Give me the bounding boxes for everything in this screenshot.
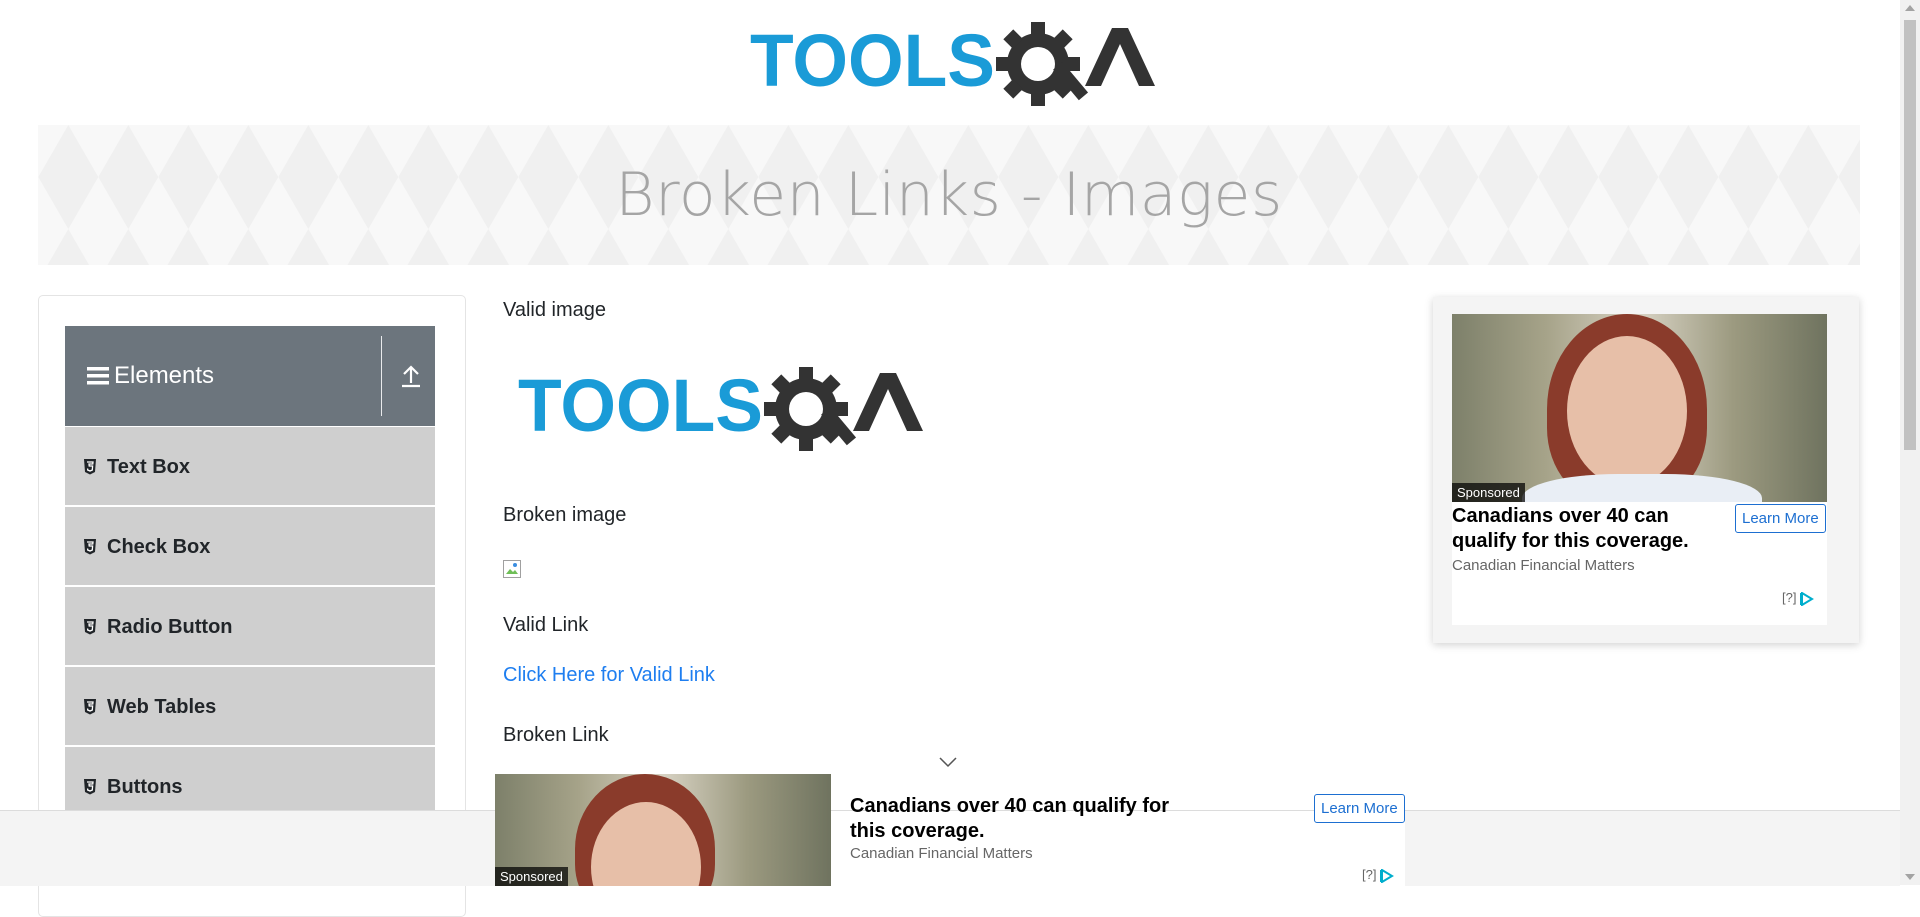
sidebar-item-text-box[interactable]: Text Box [65,426,435,505]
sidebar-item-label: Buttons [107,776,183,798]
sidebar-item-label: Check Box [107,536,211,558]
adchoices[interactable]: [?] [1782,590,1815,606]
logo-letter-a [853,373,923,431]
ad-help-link[interactable]: [?] [1362,867,1376,882]
ad-photo[interactable]: Sponsored [495,774,831,886]
scroll-up-icon[interactable] [1905,5,1915,11]
sponsored-badge: Sponsored [495,867,568,886]
ad-photo[interactable]: Sponsored [1452,314,1827,502]
hamburger-icon [87,367,109,385]
valid-image: TOOLS [518,365,923,451]
sidebar-item-label: Radio Button [107,616,233,638]
logo-text-tools: TOOLS [750,20,995,102]
arrow-up-icon[interactable] [400,364,422,388]
learn-more-button[interactable]: Learn More [1735,504,1826,533]
html5-icon [84,779,96,795]
logo-letter-a [1085,28,1155,86]
learn-more-button[interactable]: Learn More [1314,794,1405,823]
sidebar-item-web-tables[interactable]: Web Tables [65,666,435,745]
ad-source: Canadian Financial Matters [1452,557,1635,574]
broken-link-label: Broken Link [503,724,609,746]
html5-icon [84,459,96,475]
html5-icon [84,619,96,635]
toolsqa-logo[interactable]: TOOLS [750,20,1155,112]
adchoices[interactable]: [?] [1362,867,1395,883]
sidebar-item-label: Text Box [107,456,190,478]
valid-link[interactable]: Click Here for Valid Link [503,664,715,687]
page-title: Broken Links - Images [615,160,1283,230]
ad-card[interactable]: Sponsored Canadians over 40 can qualify … [1452,314,1827,625]
bottom-advertisement: Sponsored Canadians over 40 can qualify … [0,774,1900,886]
sidebar-group-elements[interactable]: Elements [65,326,435,426]
sidebar-item-label: Web Tables [107,696,217,718]
gear-icon [996,22,1089,106]
chevron-down-icon[interactable] [939,756,957,768]
broken-image-label: Broken image [503,504,627,526]
valid-image-label: Valid image [503,299,607,321]
logo-text-tools: TOOLS [518,365,763,447]
scrollbar-thumb[interactable] [1904,20,1916,450]
scroll-down-icon[interactable] [1905,874,1915,880]
sidebar-item-radio-button[interactable]: Radio Button [65,586,435,665]
gear-icon [764,367,857,451]
sidebar-item-check-box[interactable]: Check Box [65,506,435,585]
adchoices-icon [1380,868,1395,883]
broken-image-icon [503,560,521,578]
html5-icon [84,539,96,555]
adchoices-icon [1800,591,1815,606]
page-scrollbar[interactable] [1900,0,1920,885]
ad-card[interactable]: Sponsored Canadians over 40 can qualify … [495,774,1405,886]
side-advertisement: Sponsored Canadians over 40 can qualify … [1433,297,1859,643]
html5-icon [84,699,96,715]
ad-help-link[interactable]: [?] [1782,590,1796,605]
header-divider [381,336,382,416]
ad-headline[interactable]: Canadians over 40 can qualify for this c… [1452,504,1722,554]
ad-headline[interactable]: Canadians over 40 can qualify for this c… [850,794,1210,844]
sidebar-group-title: Elements [114,362,215,389]
valid-link-label: Valid Link [503,614,589,636]
page-banner: Broken Links - Images [38,125,1860,265]
sponsored-badge: Sponsored [1452,483,1525,502]
ad-source: Canadian Financial Matters [850,845,1033,862]
